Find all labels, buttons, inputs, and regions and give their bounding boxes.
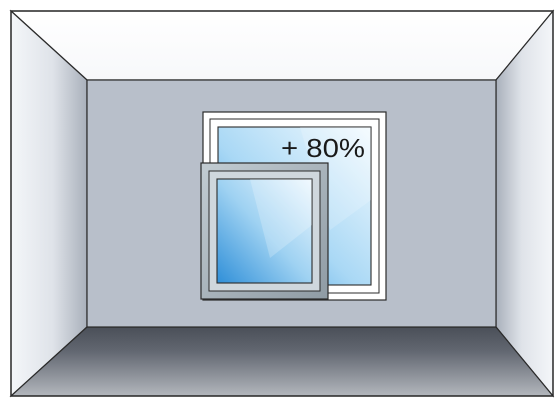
room-diagram: + 80% — [0, 0, 555, 401]
small-window — [200, 162, 329, 300]
increase-label: + 80% — [281, 133, 365, 163]
floor — [9, 326, 555, 397]
room-illustration: + 80% — [9, 9, 555, 398]
ceiling — [9, 10, 555, 81]
